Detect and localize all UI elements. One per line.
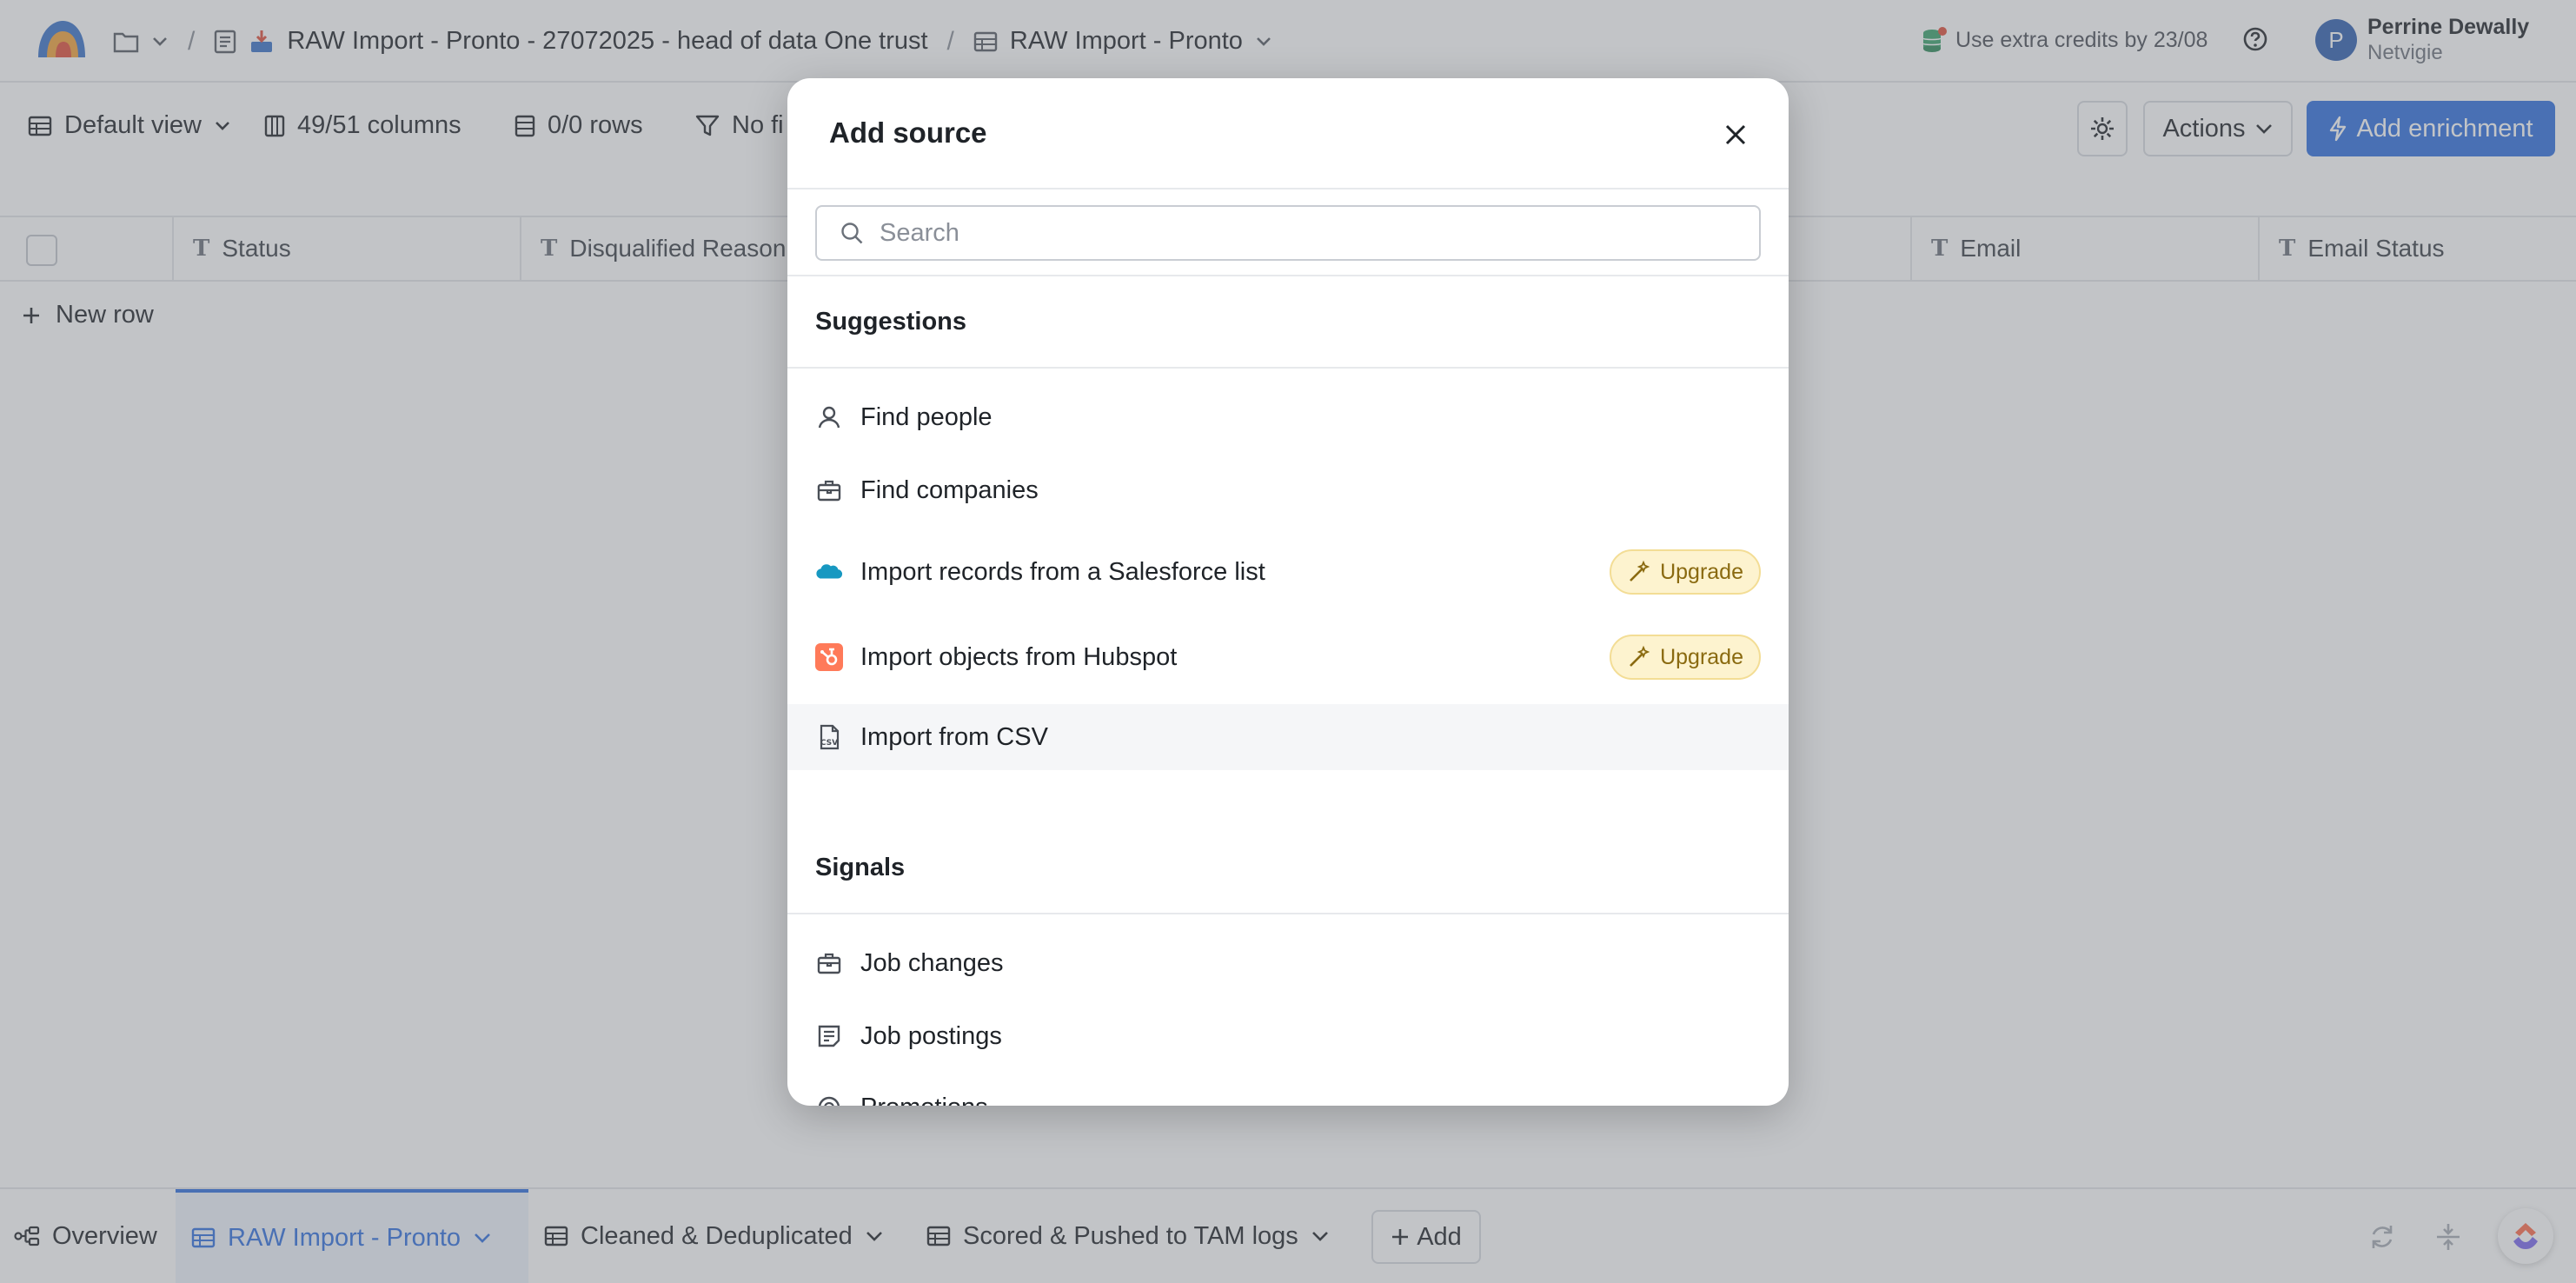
source-option-find-people[interactable]: Find people: [787, 388, 1789, 447]
upgrade-label: Upgrade: [1660, 644, 1743, 669]
source-option-import-csv[interactable]: CSV Import from CSV: [787, 704, 1789, 770]
source-option-hubspot[interactable]: Import objects from Hubspot Upgrade: [787, 619, 1789, 695]
magic-wand-icon: [1627, 645, 1651, 669]
close-icon[interactable]: [1721, 120, 1750, 150]
option-label: Find companies: [860, 475, 1039, 504]
svg-text:CSV: CSV: [820, 739, 838, 748]
hubspot-icon: [815, 643, 843, 671]
option-label: Import objects from Hubspot: [860, 642, 1178, 671]
divider: [787, 275, 1789, 276]
job-posting-icon: [815, 1022, 843, 1050]
modal-header: Add source: [787, 78, 1789, 189]
briefcase-icon: [815, 949, 843, 977]
signals-heading: Signals: [815, 854, 906, 881]
modal-title: Add source: [829, 116, 987, 149]
source-option-salesforce[interactable]: Import records from a Salesforce list Up…: [787, 534, 1789, 610]
divider: [787, 913, 1789, 914]
briefcase-icon: [815, 476, 843, 504]
option-label: Import records from a Salesforce list: [860, 557, 1265, 586]
magic-wand-icon: [1627, 560, 1651, 584]
option-label: Promotions: [860, 1094, 988, 1107]
upgrade-label: Upgrade: [1660, 559, 1743, 584]
signal-option-job-changes[interactable]: Job changes: [787, 934, 1789, 993]
divider: [787, 367, 1789, 369]
upgrade-badge[interactable]: Upgrade: [1610, 635, 1761, 680]
suggestions-heading: Suggestions: [815, 308, 967, 336]
signal-option-job-postings[interactable]: Job postings: [787, 1007, 1789, 1066]
option-label: Job changes: [860, 948, 1004, 977]
search-input[interactable]: [880, 218, 1749, 248]
search-icon: [840, 221, 864, 245]
person-icon: [815, 403, 843, 431]
promotion-icon: [815, 1094, 843, 1106]
upgrade-badge[interactable]: Upgrade: [1610, 549, 1761, 595]
source-option-find-companies[interactable]: Find companies: [787, 461, 1789, 520]
option-label: Import from CSV: [860, 722, 1048, 751]
add-source-modal: Add source Suggestions Find people Find …: [787, 78, 1789, 1106]
option-label: Job postings: [860, 1021, 1002, 1050]
option-label: Find people: [860, 402, 993, 431]
search-field[interactable]: [815, 205, 1761, 261]
signal-option-promotions[interactable]: Promotions: [787, 1078, 1789, 1106]
csv-file-icon: CSV: [815, 723, 843, 751]
salesforce-icon: [815, 558, 843, 586]
